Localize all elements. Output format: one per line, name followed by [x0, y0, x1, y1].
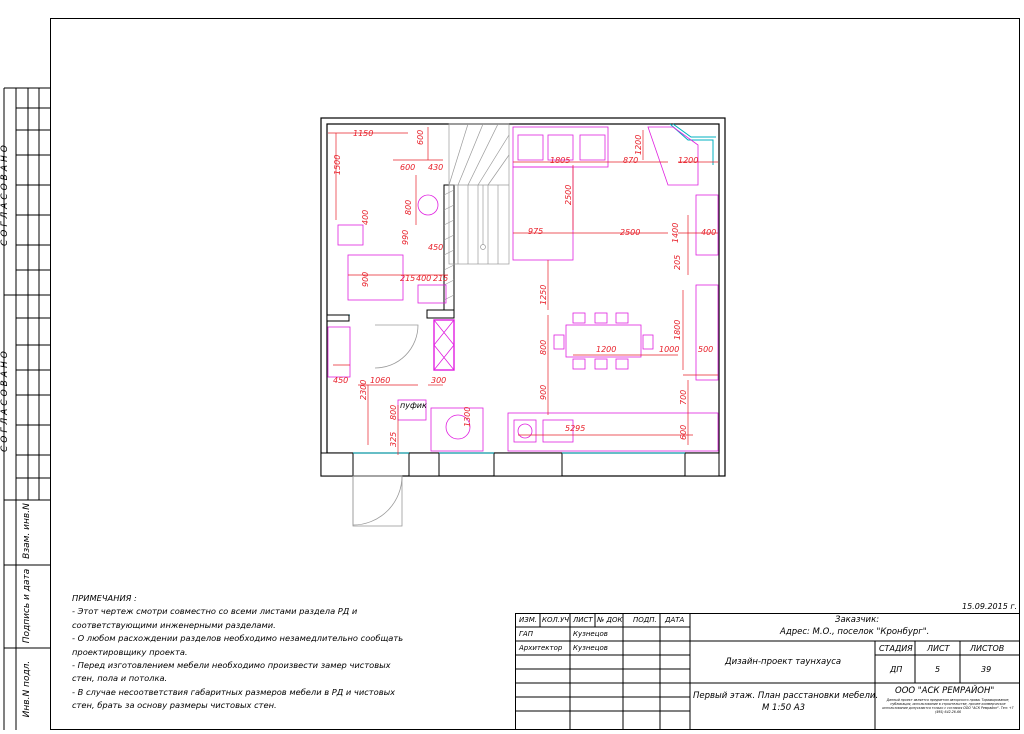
inv-replace-label: Взам. инв.N [22, 503, 32, 559]
svg-text:1250: 1250 [539, 285, 548, 305]
note-line: стен, брать за основу размеры чистовых с… [72, 700, 277, 711]
svg-text:800: 800 [404, 200, 413, 215]
svg-text:600: 600 [400, 163, 415, 172]
svg-text:975: 975 [528, 227, 543, 236]
title-block: ИЗМ. КОЛ.УЧ ЛИСТ № ДОК ПОДП. ДАТА ГАП Ку… [515, 613, 1020, 730]
windows [327, 123, 716, 454]
col-doc: № ДОК [597, 616, 623, 624]
svg-text:1800: 1800 [673, 320, 682, 340]
col-kol: КОЛ.УЧ [542, 616, 570, 624]
note-line: - Этот чертеж смотри совместно со всеми … [72, 606, 358, 617]
svg-text:1200: 1200 [678, 156, 698, 165]
sheet-title-2: М 1:50 А3 [762, 703, 806, 713]
svg-text:430: 430 [428, 163, 443, 172]
sheets-value: 39 [981, 665, 992, 674]
svg-text:2500: 2500 [564, 185, 573, 205]
customer-label: Заказчик: [835, 615, 880, 625]
row-role: Архитектор [519, 644, 563, 652]
stage-header: СТАДИЯ [879, 644, 913, 653]
project-label: Дизайн-проект таунхауса [725, 657, 842, 667]
svg-text:1300: 1300 [463, 407, 472, 427]
notes-heading: ПРИМЕЧАНИЯ : [72, 593, 137, 603]
svg-text:800: 800 [389, 405, 398, 420]
address-label: Адрес: М.О., поселок "Кронбург". [780, 627, 930, 637]
agreed-label-1: СОГЛАСОВАНО [0, 142, 10, 246]
svg-text:1060: 1060 [370, 376, 390, 385]
col-izm: ИЗМ. [519, 616, 537, 624]
note-line: - Перед изготовлением мебели необходимо … [72, 660, 391, 671]
row-role: ГАП [519, 630, 533, 638]
row-name: Кузнецов [573, 630, 608, 638]
svg-text:5295: 5295 [565, 424, 585, 433]
col-sign: ПОДП. [633, 616, 657, 624]
svg-text:900: 900 [361, 272, 370, 287]
svg-text:2300: 2300 [359, 380, 368, 400]
drawing-date: 15.09.2015 г. [962, 602, 1018, 611]
note-line: - В случае несоответствия габаритных раз… [72, 686, 396, 697]
svg-text:1400: 1400 [671, 223, 680, 243]
col-list: ЛИСТ [573, 616, 593, 624]
sheet-header: ЛИСТ [927, 644, 950, 653]
svg-text:400: 400 [361, 210, 370, 225]
furniture [327, 126, 719, 452]
svg-text:1200: 1200 [596, 345, 616, 354]
svg-text:800: 800 [539, 340, 548, 355]
svg-text:990: 990 [401, 230, 410, 245]
col-date: ДАТА [665, 616, 685, 624]
svg-text:600: 600 [679, 425, 688, 440]
copyright-note: Данный проект является предметом авторск… [882, 698, 1014, 714]
sign-date-label: Подпись и дата [22, 568, 32, 644]
svg-text:900: 900 [539, 385, 548, 400]
svg-text:2500: 2500 [620, 228, 640, 237]
sheets-header: ЛИСТОВ [970, 644, 1005, 653]
sheet-title-1: Первый этаж. План расстановки мебели. [693, 691, 879, 701]
svg-text:500: 500 [698, 345, 713, 354]
svg-text:1805: 1805 [550, 156, 570, 165]
note-line: соответствующими инженерными разделами. [72, 619, 276, 630]
floor-plan: 1150 600 1500 600 430 800 400 1805 870 1… [320, 117, 726, 527]
stage-value: ДП [890, 665, 903, 674]
note-line: проектировщику проекта. [72, 646, 188, 657]
dimension-labels: 1150 600 1500 600 430 800 400 1805 870 1… [333, 129, 716, 447]
svg-text:300: 300 [431, 376, 446, 385]
svg-text:450: 450 [428, 243, 443, 252]
svg-text:400: 400 [416, 274, 431, 283]
row-name: Кузнецов [573, 644, 608, 652]
svg-text:215: 215 [433, 274, 448, 283]
notes-block: ПРИМЕЧАНИЯ : - Этот чертеж смотри совмес… [72, 592, 412, 713]
company-name: ООО "АСК РЕМРАЙОН" [895, 686, 995, 696]
svg-text:870: 870 [623, 156, 638, 165]
sheet-value: 5 [935, 665, 941, 674]
pouf-label: пуфик [400, 401, 427, 410]
doors [352, 324, 419, 527]
svg-text:205: 205 [673, 255, 682, 270]
svg-text:1000: 1000 [659, 345, 679, 354]
svg-text:215: 215 [400, 274, 415, 283]
svg-text:1150: 1150 [353, 129, 373, 138]
svg-text:1200: 1200 [634, 135, 643, 155]
note-line: стен, пола и потолка. [72, 673, 168, 684]
inv-orig-label: Инв.N подл. [22, 660, 32, 718]
staircase [448, 123, 510, 265]
svg-text:700: 700 [679, 390, 688, 405]
dimension-lines [328, 127, 718, 455]
note-line: - О любом расхождении разделов необходим… [72, 633, 404, 644]
svg-text:450: 450 [333, 376, 348, 385]
svg-text:1500: 1500 [333, 155, 342, 175]
agreed-label-2: СОГЛАСОВАНО [0, 348, 10, 452]
svg-text:325: 325 [389, 432, 398, 447]
svg-text:600: 600 [416, 130, 425, 145]
svg-text:400: 400 [701, 228, 716, 237]
